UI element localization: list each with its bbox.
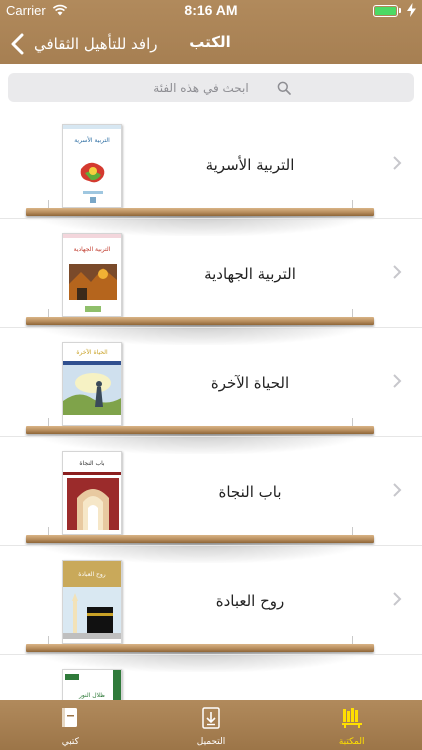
screen: Carrier 8:16 AM رافد للتأهيل الثقافي الك… — [0, 0, 422, 750]
search-bar[interactable] — [8, 73, 414, 102]
book-title: الحياة الآخرة — [210, 374, 290, 392]
header: Carrier 8:16 AM رافد للتأهيل الثقافي الك… — [0, 0, 422, 64]
back-button[interactable]: رافد للتأهيل الثقافي — [8, 32, 158, 56]
book-cover: التربية الجهادية — [62, 233, 122, 317]
wooden-shelf — [26, 535, 374, 543]
cover-caption: ظلال النور — [79, 692, 105, 699]
clock: 8:16 AM — [184, 2, 238, 18]
cover-caption: التربية الأسرية — [74, 137, 110, 144]
search-bar-container — [0, 64, 422, 110]
book-cover: روح العبادة — [62, 560, 122, 644]
cover-caption: التربية الجهادية — [73, 246, 111, 253]
book-row[interactable]: التربية الجهادية التربية الجهادية — [0, 219, 422, 345]
chevron-left-icon — [11, 33, 24, 55]
tab-label: التحميل — [196, 737, 226, 747]
chevron-right-icon — [393, 374, 402, 388]
book-title: التربية الجهادية — [204, 265, 296, 283]
tab-label: المكتبة — [338, 737, 365, 747]
back-label: رافد للتأهيل الثقافي — [34, 35, 158, 53]
navigation-bar: رافد للتأهيل الثقافي الكتب — [0, 22, 422, 64]
cover-caption: الحياة الآخرة — [76, 349, 108, 356]
page-title: الكتب — [189, 33, 231, 51]
tab-label: كتبي — [61, 737, 79, 747]
book-row[interactable]: التربية الأسرية التربية الأسرية — [0, 110, 422, 236]
book-title: التربية الأسرية — [205, 156, 295, 174]
cover-caption: روح العبادة — [78, 571, 106, 578]
search-icon — [277, 81, 291, 95]
tab-library[interactable]: المكتبة — [281, 700, 422, 750]
battery-tip — [399, 8, 401, 13]
book-cover: ظلال النور — [62, 669, 122, 700]
wooden-shelf — [26, 317, 374, 325]
search-input[interactable] — [131, 80, 271, 95]
book-title: باب النجاة — [218, 483, 282, 501]
book-list: التربية الأسرية التربية الأسرية التربية … — [0, 110, 422, 700]
chevron-right-icon — [393, 483, 402, 497]
status-bar: Carrier 8:16 AM — [0, 0, 422, 22]
book-icon — [62, 708, 78, 727]
book-title: روح العبادة — [215, 592, 285, 610]
book-cover: الحياة الآخرة — [62, 342, 122, 426]
tab-downloads[interactable]: التحميل — [141, 700, 282, 750]
tab-my-books[interactable]: كتبي — [0, 700, 141, 750]
wooden-shelf — [26, 426, 374, 434]
book-row[interactable]: الحياة الآخرة الحياة الآخرة — [0, 328, 422, 454]
chevron-right-icon — [393, 592, 402, 606]
book-cover: التربية الأسرية — [62, 124, 122, 208]
book-row[interactable]: روح العبادة روح العبادة — [0, 546, 422, 672]
download-icon — [202, 707, 220, 729]
tab-bar: كتبي التحميل المكتبة — [0, 700, 422, 750]
library-icon — [341, 708, 362, 728]
chevron-right-icon — [393, 156, 402, 170]
wooden-shelf — [26, 208, 374, 216]
charging-bolt-icon — [407, 3, 416, 17]
book-cover: باب النجاة — [62, 451, 122, 535]
cover-caption: باب النجاة — [79, 460, 105, 467]
book-row[interactable]: باب النجاة باب النجاة — [0, 437, 422, 563]
book-row[interactable]: ظلال النور — [0, 655, 422, 700]
chevron-right-icon — [393, 265, 402, 279]
wooden-shelf — [26, 644, 374, 652]
battery-icon — [373, 5, 398, 17]
